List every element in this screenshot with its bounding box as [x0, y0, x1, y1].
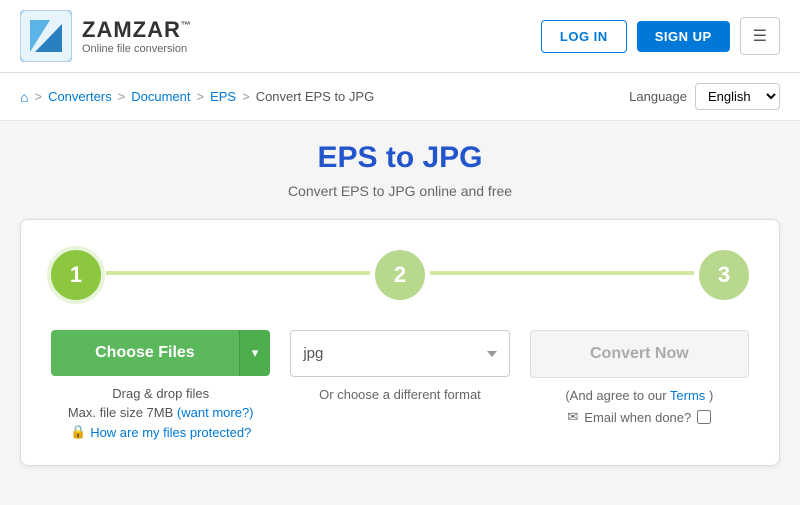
- format-sublabel: Or choose a different format: [319, 387, 481, 402]
- steps-row: 1 2 3: [51, 250, 749, 300]
- breadcrumb-eps[interactable]: EPS: [210, 89, 236, 104]
- logo-text: ZAMZAR™ Online file conversion: [82, 17, 192, 55]
- max-file-text: Max. file size 7MB (want more?): [68, 405, 254, 420]
- action-col-2: jpg png gif bmp tiff Or choose a differe…: [290, 330, 509, 402]
- envelope-icon: ✉: [567, 409, 578, 425]
- format-select-wrapper: jpg png gif bmp tiff: [290, 330, 509, 377]
- step-line-1: [106, 271, 370, 275]
- logo-subtitle: Online file conversion: [82, 43, 192, 55]
- step-3: 3: [699, 250, 749, 300]
- page-subtitle: Convert EPS to JPG online and free: [20, 183, 780, 199]
- step-circle-1: 1: [51, 250, 101, 300]
- logo-title: ZAMZAR™: [82, 17, 192, 43]
- breadcrumb-document[interactable]: Document: [131, 89, 190, 104]
- login-button[interactable]: LOG IN: [541, 20, 627, 53]
- signup-button[interactable]: SIGN UP: [637, 21, 730, 52]
- email-checkbox[interactable]: [697, 410, 711, 424]
- action-row: Choose Files ▾ Drag & drop files Max. fi…: [51, 330, 749, 440]
- breadcrumb-home[interactable]: ⌂: [20, 89, 28, 105]
- want-more-link[interactable]: (want more?): [177, 405, 254, 420]
- breadcrumb-bar: ⌂ > Converters > Document > EPS > Conver…: [0, 73, 800, 121]
- page-title: EPS to JPG: [20, 141, 780, 175]
- main-content: EPS to JPG Convert EPS to JPG online and…: [0, 121, 800, 496]
- zamzar-logo-icon: [20, 10, 72, 62]
- language-select[interactable]: English French German Spanish Italian: [695, 83, 780, 110]
- breadcrumb-converters[interactable]: Converters: [48, 89, 112, 104]
- drag-drop-text: Drag & drop files: [112, 386, 209, 401]
- choose-files-wrapper: Choose Files ▾: [51, 330, 270, 376]
- menu-button[interactable]: ☰: [740, 17, 780, 55]
- step-circle-3: 3: [699, 250, 749, 300]
- convert-button[interactable]: Convert Now: [530, 330, 749, 378]
- action-col-1: Choose Files ▾ Drag & drop files Max. fi…: [51, 330, 270, 440]
- breadcrumb: ⌂ > Converters > Document > EPS > Conver…: [20, 89, 374, 105]
- converter-box: 1 2 3 Choose Files: [20, 219, 780, 466]
- page-title-area: EPS to JPG: [20, 141, 780, 175]
- language-area: Language English French German Spanish I…: [629, 83, 780, 110]
- choose-files-button[interactable]: Choose Files: [51, 330, 239, 376]
- hamburger-icon: ☰: [753, 28, 767, 45]
- breadcrumb-current: Convert EPS to JPG: [256, 89, 375, 104]
- step-circle-2: 2: [375, 250, 425, 300]
- email-row: ✉ Email when done?: [567, 409, 711, 425]
- step-1: 1: [51, 250, 101, 300]
- home-icon: ⌂: [20, 89, 28, 105]
- step-2: 2: [375, 250, 425, 300]
- breadcrumb-sep-3: >: [196, 89, 204, 104]
- breadcrumb-sep-1: >: [34, 89, 42, 104]
- chevron-down-icon: ▾: [252, 345, 259, 360]
- protect-text: How are my files protected?: [90, 425, 251, 440]
- format-select[interactable]: jpg png gif bmp tiff: [290, 330, 509, 377]
- breadcrumb-sep-4: >: [242, 89, 250, 104]
- lock-icon: 🔒: [70, 424, 86, 440]
- protect-link[interactable]: 🔒 How are my files protected?: [70, 424, 251, 440]
- terms-link[interactable]: Terms: [670, 388, 705, 403]
- language-label: Language: [629, 89, 687, 104]
- email-label: Email when done?: [584, 410, 691, 425]
- breadcrumb-sep-2: >: [118, 89, 126, 104]
- header: ZAMZAR™ Online file conversion LOG IN SI…: [0, 0, 800, 73]
- action-col-3: Convert Now (And agree to our Terms ) ✉ …: [530, 330, 749, 425]
- header-actions: LOG IN SIGN UP ☰: [541, 17, 780, 55]
- step-line-2: [430, 271, 694, 275]
- agree-text: (And agree to our Terms ): [565, 388, 713, 403]
- choose-files-dropdown-button[interactable]: ▾: [239, 330, 271, 376]
- logo-area: ZAMZAR™ Online file conversion: [20, 10, 192, 62]
